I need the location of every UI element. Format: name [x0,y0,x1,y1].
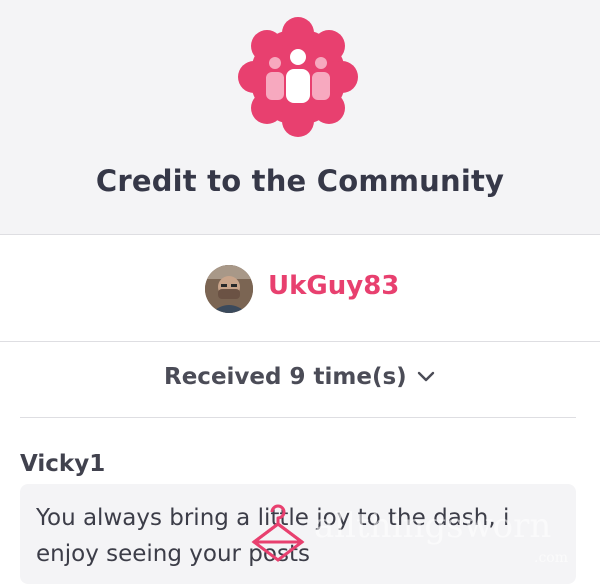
comment-author[interactable]: Vicky1 [20,451,105,477]
received-toggle-button[interactable]: Received 9 time(s) [164,364,435,390]
comment-text: You always bring a little joy to the das… [36,505,510,567]
credit-header: Credit to the Community [0,0,600,235]
credit-page: Credit to the Community UkGuy83 Received… [0,0,600,586]
comment-bubble: You always bring a little joy to the das… [20,484,576,584]
page-title: Credit to the Community [95,164,505,198]
user-row: UkGuy83 [0,235,600,342]
received-row: Received 9 time(s) [20,342,576,418]
received-count-label: Received 9 time(s) [164,364,407,390]
username-link[interactable]: UkGuy83 [268,271,399,301]
community-badge-icon [238,17,358,137]
user-avatar[interactable] [205,265,253,313]
chevron-down-icon [417,371,434,382]
